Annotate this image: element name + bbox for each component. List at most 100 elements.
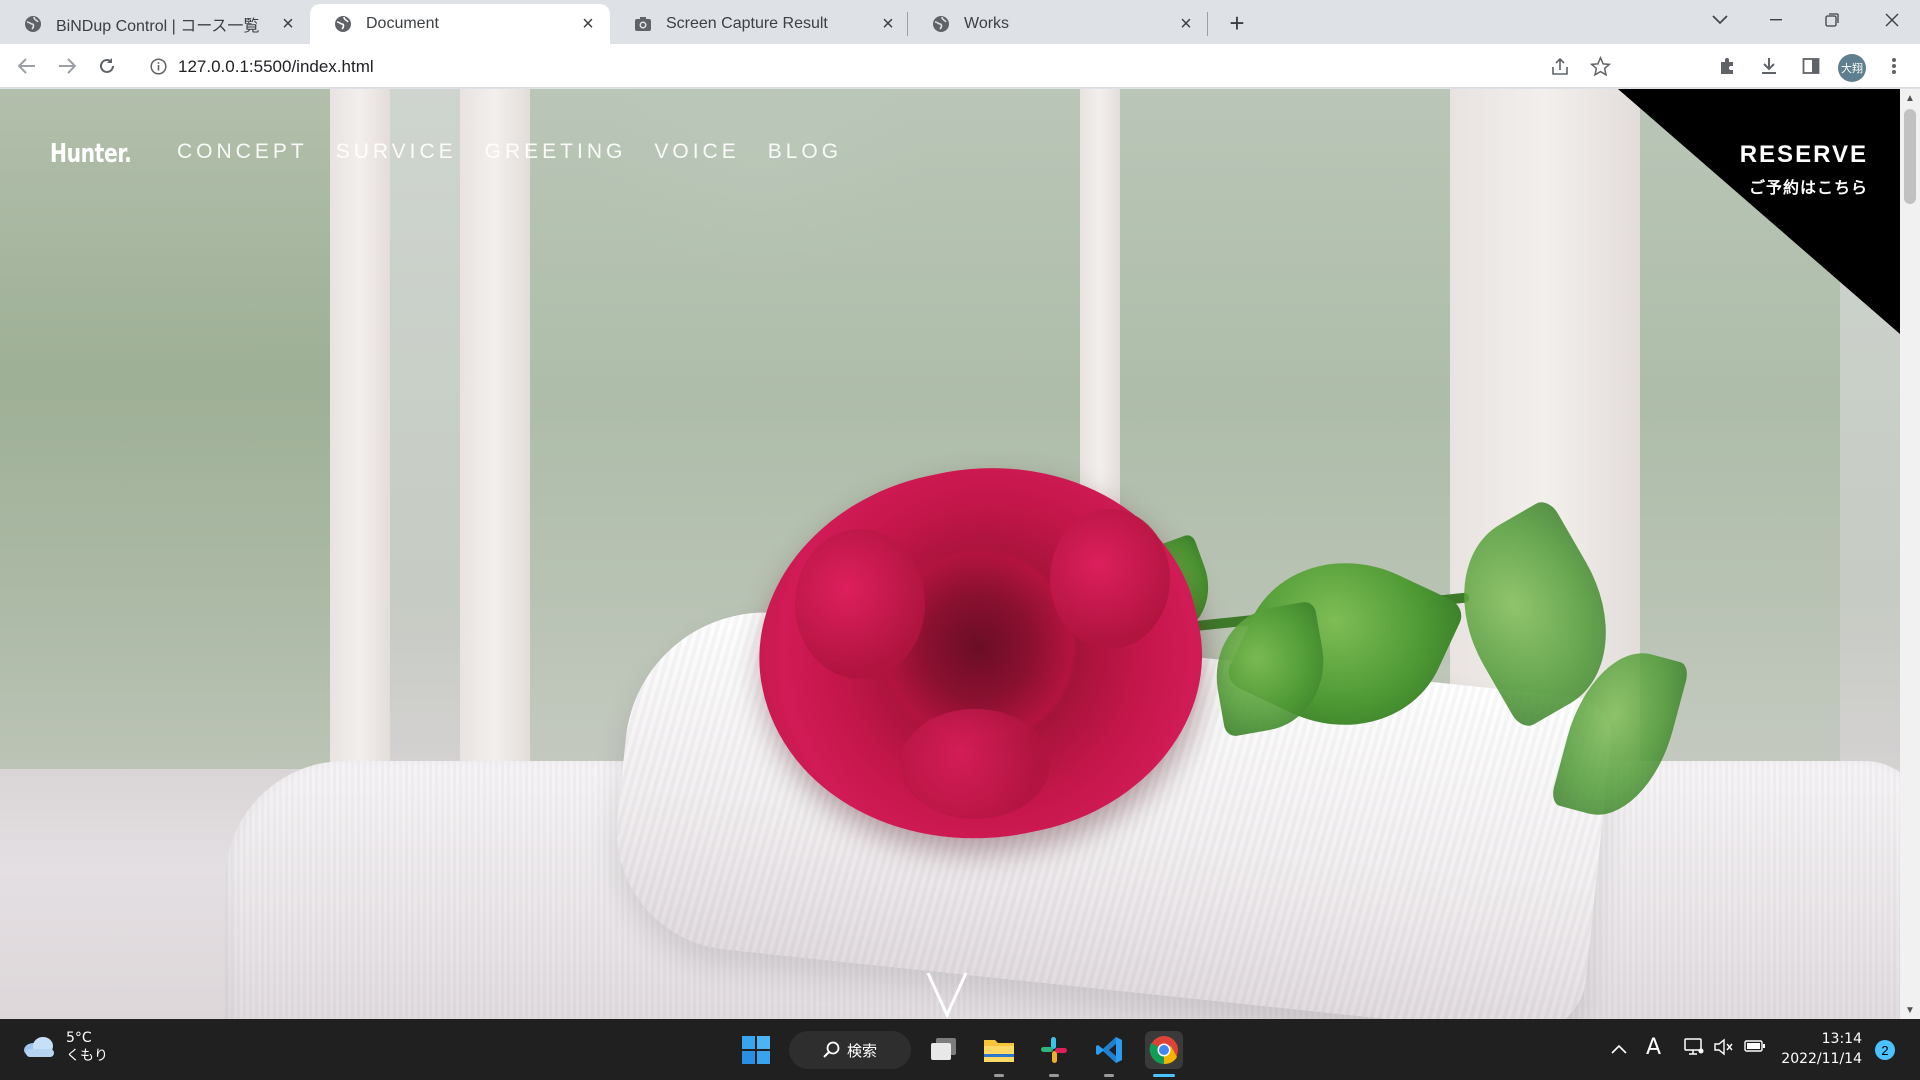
close-icon[interactable]: × (1176, 13, 1196, 35)
task-view-button[interactable] (925, 1031, 963, 1069)
reload-icon (100, 58, 114, 73)
close-window-button[interactable] (1864, 0, 1920, 40)
file-explorer-button[interactable] (980, 1031, 1018, 1069)
start-button[interactable] (737, 1031, 775, 1069)
weather-widget[interactable]: 5°C くもり (22, 1029, 108, 1065)
tab-title: Screen Capture Result (666, 15, 828, 32)
active-indicator (1153, 1074, 1175, 1077)
chrome-icon (1149, 1036, 1178, 1065)
scroll-down-arrow-icon[interactable]: ▼ (1900, 1001, 1920, 1019)
nav-voice[interactable]: VOICE (654, 140, 739, 164)
forward-arrow-icon (59, 58, 76, 74)
download-icon (1762, 58, 1776, 74)
window-greenery (0, 89, 330, 809)
folder-icon (984, 1040, 1014, 1062)
window-frame (460, 89, 530, 829)
search-icon (823, 1041, 840, 1058)
restore-button[interactable] (1804, 0, 1860, 40)
site-nav: CONCEPT SURVICE GREETING VOICE BLOG (177, 140, 870, 164)
running-indicator (994, 1074, 1004, 1077)
browser-toolbar: 127.0.0.1:5500/index.html 大翔 (0, 44, 1920, 88)
network-icon[interactable] (1684, 1038, 1704, 1061)
globe-icon (932, 15, 950, 33)
taskbar-search[interactable]: 検索 (789, 1031, 911, 1069)
browser-tab-strip: BiNDup Control | コース一覧 × Document × Scre… (0, 0, 1920, 44)
tab-title: Works (964, 15, 1010, 32)
chevron-down-icon (1712, 15, 1728, 25)
back-button[interactable] (11, 50, 43, 82)
tab-title: BiNDup Control | コース一覧 (56, 18, 260, 35)
extensions-button[interactable] (1712, 50, 1744, 82)
side-panel-icon (1802, 58, 1820, 74)
restore-icon (1825, 13, 1839, 27)
nav-greeting[interactable]: GREETING (485, 140, 627, 164)
vscode-button[interactable] (1090, 1031, 1128, 1069)
nav-survice[interactable]: SURVICE (336, 140, 457, 164)
downloads-button[interactable] (1753, 50, 1785, 82)
running-indicator (1104, 1074, 1114, 1077)
address-bar[interactable]: 127.0.0.1:5500/index.html (138, 50, 1696, 83)
profile-avatar[interactable]: 大翔 (1838, 54, 1866, 82)
reserve-button[interactable] (1618, 89, 1900, 334)
hero-background (0, 89, 1900, 1019)
kebab-menu-icon (1892, 58, 1896, 74)
tab-screen-capture-result[interactable]: Screen Capture Result × (610, 4, 910, 44)
notification-badge[interactable]: 2 (1875, 1040, 1895, 1060)
volume-muted-icon[interactable] (1714, 1038, 1734, 1061)
tab-bindup-control[interactable]: BiNDup Control | コース一覧 × (0, 4, 310, 44)
windows-logo-icon (742, 1036, 770, 1064)
vscode-icon (1096, 1037, 1122, 1063)
close-icon[interactable]: × (278, 13, 298, 35)
tab-document[interactable]: Document × (310, 4, 610, 44)
slack-button[interactable] (1035, 1031, 1073, 1069)
page-scrollbar[interactable]: ▲ ▼ (1900, 89, 1920, 1019)
page-viewport: Hunter. CONCEPT SURVICE GREETING VOICE B… (0, 89, 1900, 1019)
system-clock[interactable]: 13:14 2022/11/14 (1770, 1029, 1862, 1069)
slack-icon (1041, 1037, 1067, 1063)
ime-indicator[interactable]: A (1646, 1035, 1661, 1060)
cloud-icon (24, 1037, 54, 1057)
minimize-button[interactable] (1748, 0, 1804, 40)
globe-icon (334, 15, 352, 33)
browser-menu-button[interactable] (1878, 50, 1910, 82)
weather-condition: くもり (66, 1048, 108, 1064)
show-hidden-icons[interactable] (1611, 1038, 1627, 1059)
reserve-title[interactable]: RESERVE (1740, 141, 1868, 169)
battery-icon[interactable] (1744, 1038, 1766, 1059)
chevron-up-icon (1611, 1044, 1627, 1054)
rose-petal (900, 709, 1050, 819)
window-frame (330, 89, 390, 829)
chrome-button[interactable] (1145, 1031, 1183, 1069)
url-text[interactable]: 127.0.0.1:5500/index.html (178, 57, 374, 77)
reload-button[interactable] (91, 50, 123, 82)
scroll-down-icon[interactable] (922, 969, 972, 1019)
info-icon[interactable] (150, 58, 167, 75)
camera-icon (634, 15, 652, 33)
close-icon (1885, 13, 1899, 27)
tab-works[interactable]: Works × (908, 4, 1208, 44)
rose-petal (1050, 509, 1170, 649)
taskbar: 5°C くもり 検索 A 13:14 2022/11/14 2 (0, 1019, 1920, 1080)
tab-search-button[interactable] (1692, 0, 1748, 40)
bookmark-star-icon[interactable] (1590, 56, 1611, 77)
side-panel-button[interactable] (1795, 50, 1827, 82)
puzzle-icon (1721, 58, 1733, 74)
weather-temp: 5°C (66, 1030, 92, 1046)
close-icon[interactable]: × (578, 13, 598, 35)
nav-blog[interactable]: BLOG (768, 140, 842, 164)
tab-separator (1207, 12, 1208, 36)
new-tab-button[interactable]: + (1222, 8, 1252, 38)
minimize-icon (1770, 19, 1782, 21)
clock-time: 13:14 (1821, 1031, 1862, 1047)
close-icon[interactable]: × (878, 13, 898, 35)
share-icon[interactable] (1550, 57, 1570, 77)
scroll-up-arrow-icon[interactable]: ▲ (1900, 89, 1920, 107)
search-label: 検索 (846, 1041, 877, 1060)
reserve-subtitle[interactable]: ご予約はこちら (1749, 174, 1868, 198)
forward-button[interactable] (51, 50, 83, 82)
site-logo[interactable]: Hunter. (50, 139, 132, 169)
scroll-thumb[interactable] (1904, 109, 1916, 204)
nav-concept[interactable]: CONCEPT (177, 140, 308, 164)
tab-title: Document (366, 15, 439, 32)
task-view-icon (931, 1038, 956, 1060)
